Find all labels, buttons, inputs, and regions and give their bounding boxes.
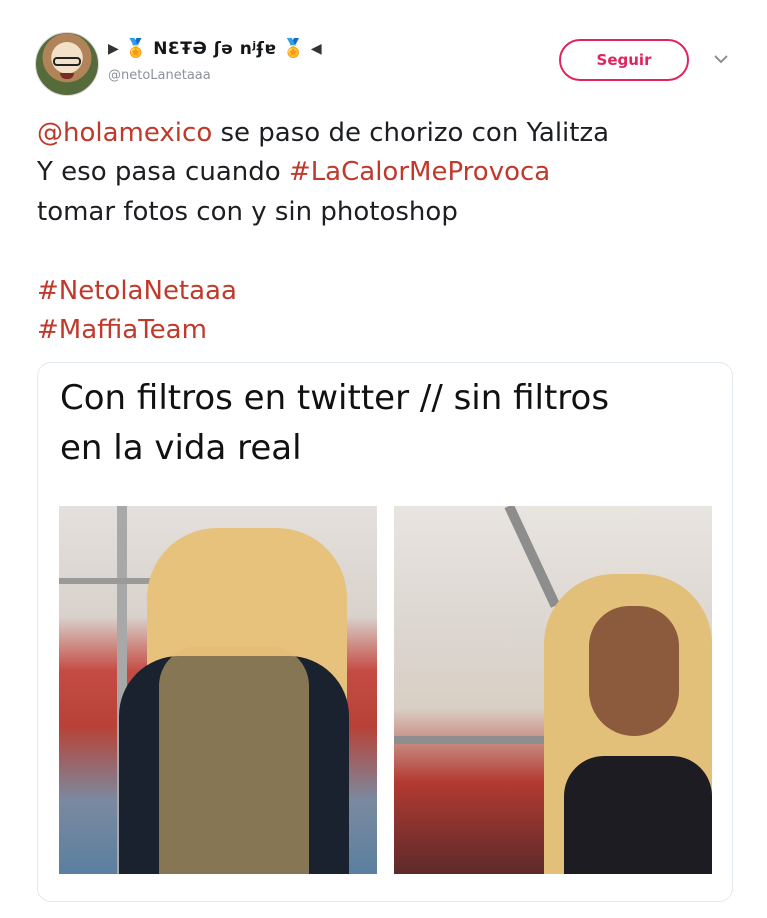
card-caption-line: Con filtros en twitter // sin filtros (60, 378, 610, 418)
bus-pole (504, 506, 561, 608)
rewind-icon: ◀ (310, 41, 322, 57)
tweet-text-line: #MaffiaTeam (37, 311, 207, 350)
avatar-mouth (60, 73, 74, 79)
tweet-text-line: #NetolaNetaaa (37, 272, 237, 311)
card-caption-line: en la vida real (60, 428, 302, 468)
hashtag-link[interactable]: #LaCalorMeProvoca (289, 157, 550, 187)
media-card[interactable]: Con filtros en twitter // sin filtros en… (37, 362, 733, 902)
tweet-text: Y eso pasa cuando (37, 157, 289, 187)
medal-icon: 🏅 (282, 38, 305, 59)
tweet-text-line: tomar fotos con y sin photoshop (37, 197, 458, 227)
chevron-down-icon[interactable] (712, 52, 730, 66)
hashtag-link[interactable]: #MaffiaTeam (37, 315, 207, 345)
photo-without-filter[interactable] (394, 506, 712, 874)
author-display-name[interactable]: NƐŦƏ ʃə nʲʄɐ (153, 39, 276, 59)
face (589, 606, 679, 736)
hashtag-link[interactable]: #NetolaNetaaa (37, 276, 237, 306)
photo-with-filter[interactable] (59, 506, 377, 874)
follow-button[interactable]: Seguir (559, 39, 689, 81)
tweet-text: se paso de chorizo con Yalitza (212, 118, 610, 148)
author-name-row[interactable]: ▶ 🏅 NƐŦƏ ʃə nʲʄɐ 🏅 ◀ (108, 36, 322, 62)
author-handle[interactable]: @netoLanetaaa (108, 68, 211, 83)
tweet-text-line: @holamexico se paso de chorizo con Yalit… (37, 114, 609, 153)
avatar[interactable] (35, 32, 99, 96)
mention-link[interactable]: @holamexico (37, 118, 212, 148)
dark-hoodie (564, 756, 712, 874)
hair-strands (159, 646, 309, 874)
bus-rail (394, 736, 564, 744)
play-icon: ▶ (108, 41, 119, 57)
avatar-glasses (53, 57, 81, 66)
tweet: ▶ 🏅 NƐŦƏ ʃə nʲʄɐ 🏅 ◀ @netoLanetaaa Segui… (0, 0, 767, 918)
tweet-text-line: Y eso pasa cuando #LaCalorMeProvoca (37, 153, 550, 192)
medal-icon: 🏅 (124, 38, 148, 59)
